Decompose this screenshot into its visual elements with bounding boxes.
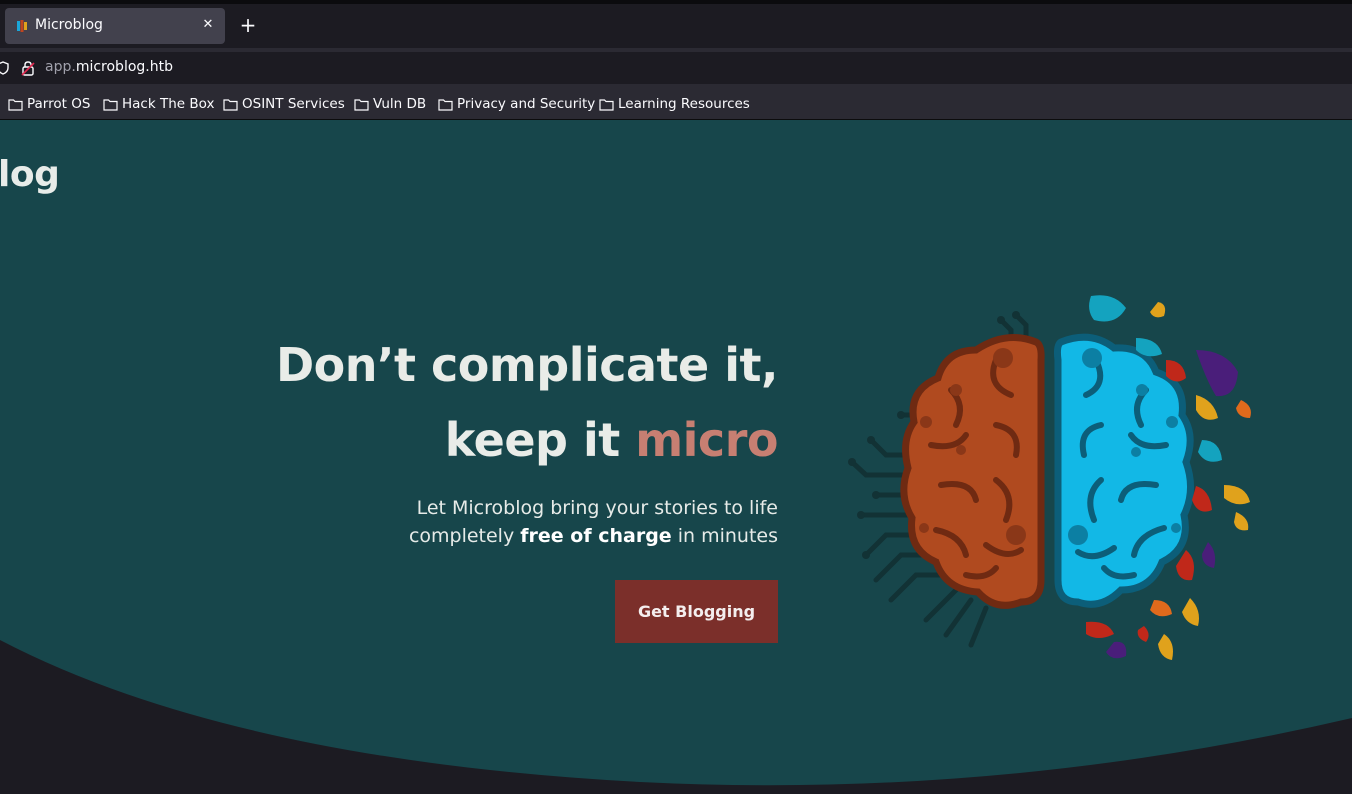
headline-accent: micro: [635, 413, 778, 467]
bookmark-label: Privacy and Security: [457, 96, 596, 112]
bookmark-label: OSINT Services: [242, 96, 345, 112]
hero-headline: Don’t complicate it, keep it micro: [275, 328, 779, 478]
subtext-line-1: Let Microblog bring your stories to life: [416, 497, 778, 519]
bookmark-label: Learning Resources: [618, 96, 750, 112]
tab-bar: Microblog ✕ +: [0, 4, 1352, 48]
site-logo[interactable]: log: [0, 154, 60, 195]
brain-illustration: [848, 295, 1251, 660]
tab-microblog[interactable]: Microblog ✕: [5, 8, 225, 44]
bookmark-osint-services[interactable]: OSINT Services: [223, 94, 345, 114]
headline-line-2: keep it micro: [276, 403, 779, 478]
favicon-icon: [17, 20, 27, 32]
close-icon[interactable]: ✕: [199, 16, 217, 34]
folder-icon: [8, 98, 23, 111]
subtext-post: in minutes: [671, 525, 778, 547]
brain-left-hemisphere: [900, 334, 1045, 609]
subtext-pre: completely: [408, 525, 521, 547]
folder-icon: [103, 98, 118, 111]
tab-title: Microblog: [35, 17, 103, 33]
get-blogging-button[interactable]: Get Blogging: [615, 580, 778, 643]
subtext-bold: free of charge: [520, 525, 672, 547]
bookmark-parrot-os[interactable]: Parrot OS: [8, 94, 90, 114]
folder-icon: [438, 98, 453, 111]
bookmark-label: Parrot OS: [27, 96, 91, 112]
url-bar[interactable]: app.microblog.htb: [0, 52, 1352, 84]
url-text[interactable]: app.microblog.htb: [45, 59, 173, 75]
bookmark-privacy-and-security[interactable]: Privacy and Security: [438, 94, 595, 114]
plus-icon[interactable]: +: [237, 14, 259, 36]
bookmark-label: Hack The Box: [122, 96, 215, 112]
folder-icon: [599, 98, 614, 111]
subtext-line-2: completely free of charge in minutes: [409, 522, 778, 550]
lock-icon[interactable]: [21, 60, 35, 76]
bookmark-hack-the-box[interactable]: Hack The Box: [103, 94, 214, 114]
bookmarks-toolbar: Parrot OS Hack The Box OSINT Services Vu…: [0, 86, 1352, 120]
navigation-bar: app.microblog.htb: [0, 48, 1352, 86]
headline-line-1: Don’t complicate it,: [275, 338, 779, 392]
page-viewport: log Don’t complicate it, keep it micro L…: [0, 120, 1352, 794]
bookmark-vuln-db[interactable]: Vuln DB: [354, 94, 426, 114]
url-prefix: app.: [45, 59, 76, 75]
folder-icon: [354, 98, 369, 111]
folder-icon: [223, 98, 238, 111]
bookmark-label: Vuln DB: [373, 96, 427, 112]
url-host: microblog.htb: [75, 59, 173, 75]
headline-plain: keep it: [444, 413, 636, 467]
hero-subtext: Let Microblog bring your stories to life…: [409, 494, 778, 550]
bookmark-learning-resources[interactable]: Learning Resources: [599, 94, 750, 114]
shield-icon[interactable]: [0, 61, 10, 75]
